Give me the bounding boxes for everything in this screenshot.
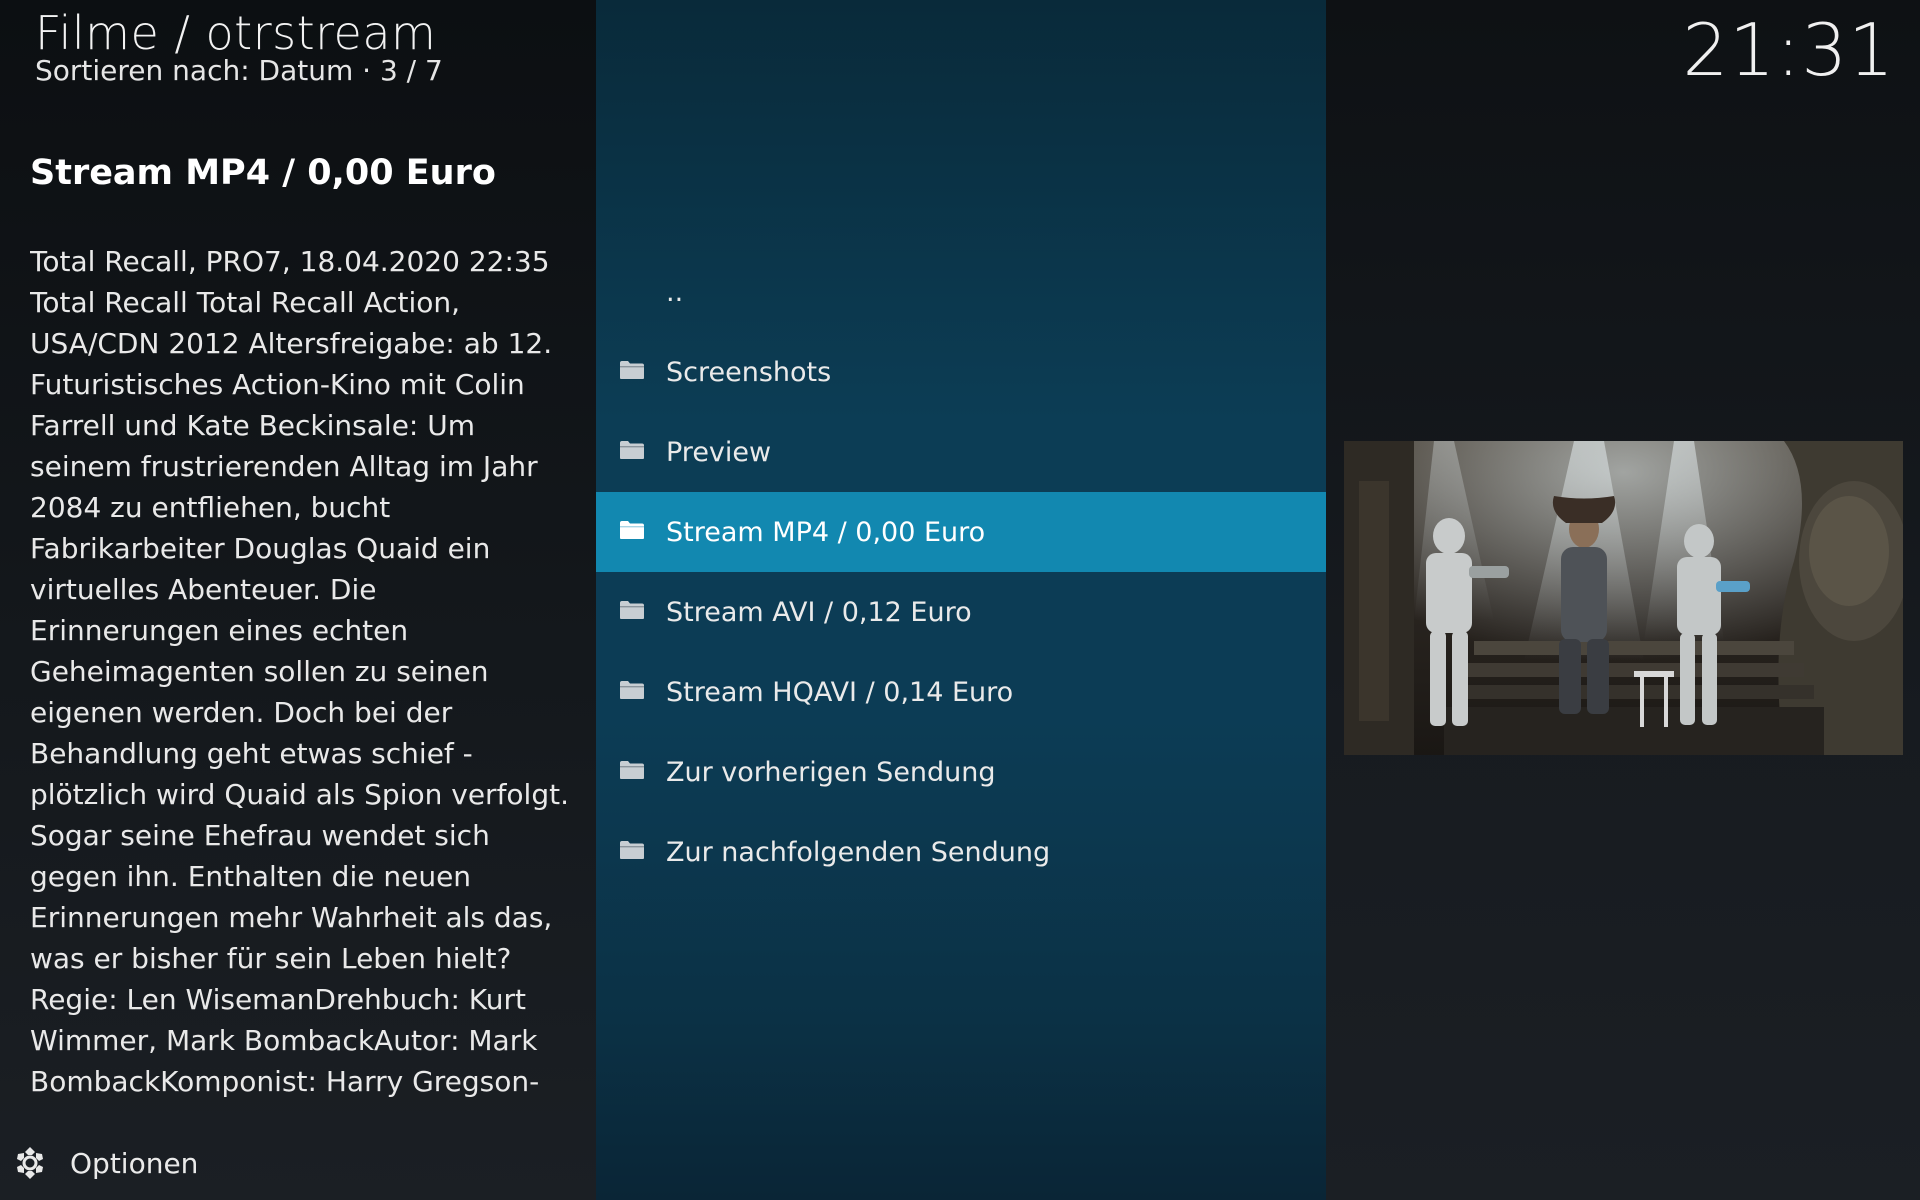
- list-item-previous-broadcast[interactable]: Zur vorherigen Sendung: [596, 732, 1326, 812]
- list-item-stream-mp4[interactable]: Stream MP4 / 0,00 Euro: [596, 492, 1326, 572]
- list-item-label: Zur vorherigen Sendung: [666, 756, 996, 788]
- clock: 21:31: [1682, 8, 1895, 92]
- list-item-label: Stream MP4 / 0,00 Euro: [666, 516, 986, 548]
- list-item-label: Preview: [666, 436, 772, 468]
- folder-icon: [620, 521, 644, 539]
- sort-info: Sortieren nach: Datum · 3 / 7: [35, 54, 443, 87]
- folder-icon: [620, 361, 644, 379]
- folder-icon: [620, 601, 644, 619]
- kodi-window: Filme / otrstream Sortieren nach: Datum …: [0, 0, 1920, 1200]
- page-title: Filme / otrstream: [35, 6, 437, 60]
- gear-icon: [17, 1147, 43, 1179]
- list-item-stream-hqavi[interactable]: Stream HQAVI / 0,14 Euro: [596, 652, 1326, 732]
- list-item-label: Stream HQAVI / 0,14 Euro: [666, 676, 1014, 708]
- folder-icon: [620, 761, 644, 779]
- movie-still-image: [1344, 441, 1903, 755]
- list-item-stream-avi[interactable]: Stream AVI / 0,12 Euro: [596, 572, 1326, 652]
- list-item-preview[interactable]: Preview: [596, 412, 1326, 492]
- list-item-parent-folder[interactable]: ..: [596, 252, 1326, 332]
- item-title: Stream MP4 / 0,00 Euro: [30, 153, 496, 193]
- list-item-next-broadcast[interactable]: Zur nachfolgenden Sendung: [596, 812, 1326, 892]
- plot-text: Total Recall, PRO7, 18.04.2020 22:35 Tot…: [30, 245, 569, 1098]
- list-item-screenshots[interactable]: Screenshots: [596, 332, 1326, 412]
- list-item-label: Stream AVI / 0,12 Euro: [666, 596, 972, 628]
- file-list: .. Screenshots Preview Stream MP4 / 0,00…: [596, 252, 1326, 892]
- options-label: Optionen: [70, 1146, 199, 1180]
- list-item-label: Zur nachfolgenden Sendung: [666, 836, 1051, 868]
- folder-icon: [620, 441, 644, 459]
- folder-icon: [620, 841, 644, 859]
- movie-thumbnail: [1344, 441, 1903, 755]
- list-item-label: ..: [666, 276, 684, 308]
- options-button[interactable]: Optionen: [12, 1140, 198, 1186]
- folder-icon: [620, 681, 644, 699]
- list-item-label: Screenshots: [666, 356, 832, 388]
